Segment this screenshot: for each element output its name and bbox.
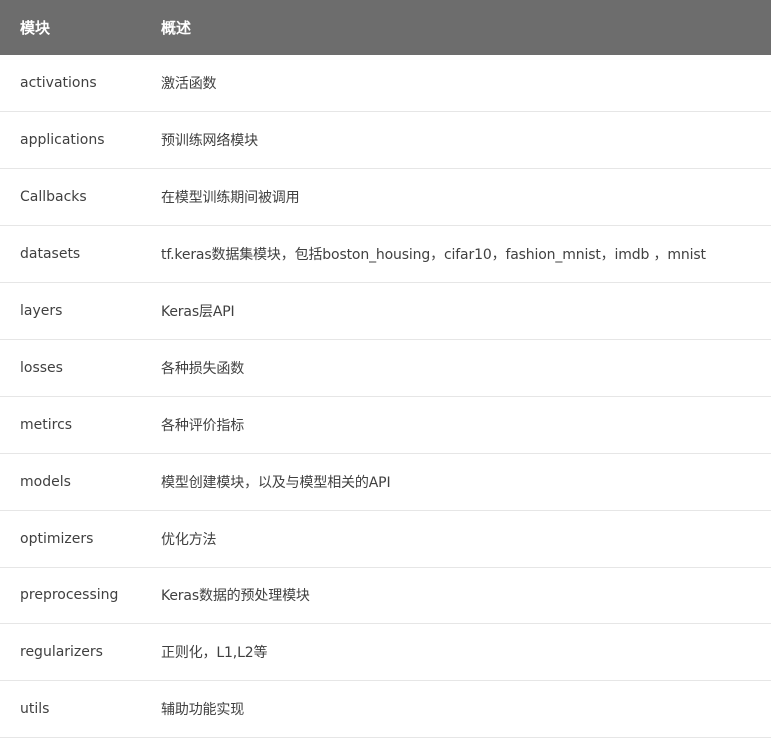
header-module: 模块 <box>20 19 51 37</box>
module-name: layers <box>20 303 63 319</box>
module-name: metircs <box>20 416 73 433</box>
module-description: Keras层API <box>161 304 235 320</box>
module-description: 激活函数 <box>161 76 217 93</box>
table-row: preprocessing Keras数据的预处理模块 <box>0 567 771 624</box>
table-row: applications 预训练网络模块 <box>0 112 771 169</box>
module-description: Keras数据的预处理模块 <box>161 588 310 605</box>
module-name: optimizers <box>20 530 94 547</box>
module-description: tf.keras数据集模块，包括boston_housing，cifar10，f… <box>161 247 706 264</box>
module-description: 各种损失函数 <box>161 360 245 377</box>
module-name: datasets <box>20 246 81 263</box>
module-name: Callbacks <box>20 189 87 206</box>
module-name: losses <box>20 359 63 376</box>
table-row: models 模型创建模块，以及与模型相关的API <box>0 453 771 511</box>
module-description: 正则化，L1,L2等 <box>161 645 268 662</box>
header-description: 概述 <box>161 19 192 37</box>
module-description: 优化方法 <box>161 531 217 548</box>
module-name: utils <box>20 701 50 718</box>
module-description: 模型创建模块，以及与模型相关的API <box>161 474 391 491</box>
table-row: optimizers 优化方法 <box>0 510 771 568</box>
module-name: activations <box>20 75 97 92</box>
table-row: utils 辅助功能实现 <box>0 681 771 738</box>
module-name: applications <box>20 132 105 149</box>
module-name: preprocessing <box>20 587 119 604</box>
table-row: metircs 各种评价指标 <box>0 396 771 454</box>
table-row: datasets tf.keras数据集模块，包括boston_housing，… <box>0 226 771 283</box>
table-row: layers Keras层API <box>0 283 771 340</box>
module-name: models <box>20 473 71 490</box>
table-header: 模块 概述 <box>0 0 771 55</box>
module-description: 各种评价指标 <box>161 417 245 434</box>
table-row: regularizers 正则化，L1,L2等 <box>0 624 771 681</box>
table-row: Callbacks 在模型训练期间被调用 <box>0 169 771 226</box>
module-description: 辅助功能实现 <box>161 702 245 719</box>
module-name: regularizers <box>20 644 103 661</box>
module-description: 预训练网络模块 <box>161 133 258 150</box>
table-body: activations 激活函数 applications 预训练网络模块 Ca… <box>0 55 771 738</box>
table-row: losses 各种损失函数 <box>0 339 771 397</box>
module-table: 模块 概述 activations 激活函数 applications 预训练网… <box>0 0 771 738</box>
module-description: 在模型训练期间被调用 <box>161 190 300 207</box>
header-row: 模块 概述 <box>0 0 771 55</box>
table-row: activations 激活函数 <box>0 55 771 112</box>
